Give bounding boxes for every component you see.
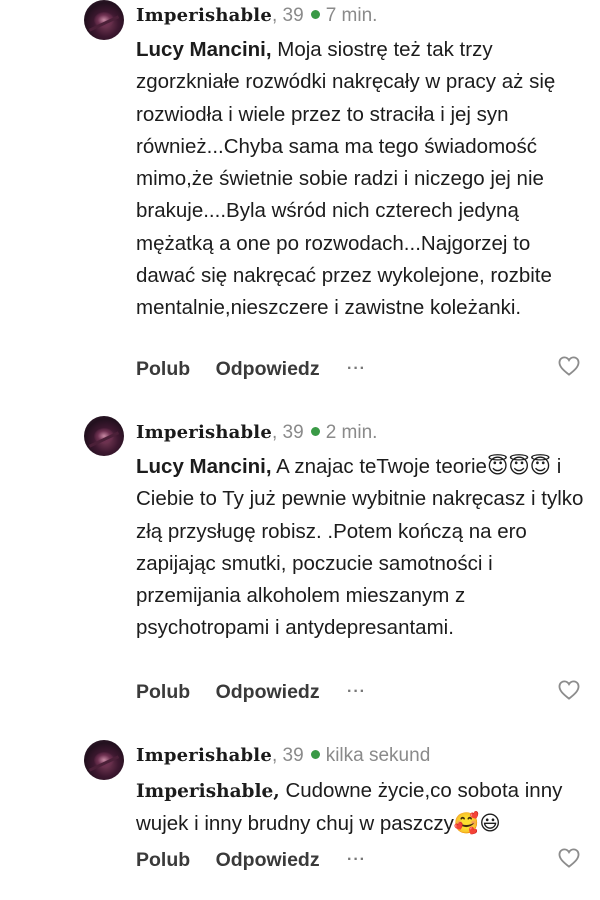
comment-time: 7 min. bbox=[325, 5, 378, 26]
author-age: , 39 bbox=[272, 5, 304, 26]
comment-meta: Imperishable, 39 7 min. bbox=[136, 3, 377, 29]
heart-outline-icon[interactable] bbox=[558, 356, 580, 376]
mention[interactable]: Lucy Mancini, bbox=[136, 38, 272, 61]
more-dots-icon[interactable]: ··· bbox=[347, 678, 366, 706]
like-button[interactable]: Polub bbox=[136, 846, 190, 874]
avatar[interactable] bbox=[84, 416, 124, 456]
author-name[interactable]: Imperishable bbox=[136, 5, 272, 26]
comment-actions: Polub Odpowiedz ··· bbox=[136, 678, 366, 706]
comment-actions: Polub Odpowiedz ··· bbox=[136, 355, 366, 383]
reply-button[interactable]: Odpowiedz bbox=[216, 678, 320, 706]
comment-meta: Imperishable, 39 2 min. bbox=[136, 420, 377, 446]
author-age: , 39 bbox=[272, 422, 304, 443]
more-dots-icon[interactable]: ··· bbox=[347, 355, 366, 383]
heart-outline-icon[interactable] bbox=[558, 680, 580, 700]
comment-actions: Polub Odpowiedz ··· bbox=[136, 846, 366, 874]
mention[interactable]: Lucy Mancini, bbox=[136, 455, 272, 478]
comment-body: Imperishable, Cudowne życie,co sobota in… bbox=[136, 775, 586, 841]
reply-button[interactable]: Odpowiedz bbox=[216, 846, 320, 874]
online-status-dot bbox=[310, 426, 320, 436]
comment-time: 2 min. bbox=[325, 422, 378, 443]
author-age: , 39 bbox=[272, 745, 304, 766]
comment-body: Lucy Mancini, Moja siostrę też tak trzy … bbox=[136, 34, 586, 325]
like-button[interactable]: Polub bbox=[136, 678, 190, 706]
comment-meta: Imperishable, 39 kilka sekund bbox=[136, 743, 430, 769]
avatar[interactable] bbox=[84, 0, 124, 40]
comment-time: kilka sekund bbox=[325, 745, 431, 766]
author-name[interactable]: Imperishable bbox=[136, 745, 272, 766]
avatar[interactable] bbox=[84, 740, 124, 780]
online-status-dot bbox=[310, 749, 320, 759]
reply-button[interactable]: Odpowiedz bbox=[216, 355, 320, 383]
like-button[interactable]: Polub bbox=[136, 355, 190, 383]
comment-text: Moja siostrę też tak trzy zgorzkniałe ro… bbox=[136, 38, 556, 320]
author-name[interactable]: Imperishable bbox=[136, 422, 272, 443]
comment-body: Lucy Mancini, A znajac teTwoje teorie😇😇😇… bbox=[136, 451, 586, 645]
mention[interactable]: Imperishable, bbox=[136, 781, 280, 802]
comment-text: A znajac teTwoje teorie😇😇😇 i Ciebie to T… bbox=[136, 455, 584, 640]
more-dots-icon[interactable]: ··· bbox=[347, 846, 366, 874]
heart-outline-icon[interactable] bbox=[558, 848, 580, 868]
online-status-dot bbox=[310, 9, 320, 19]
